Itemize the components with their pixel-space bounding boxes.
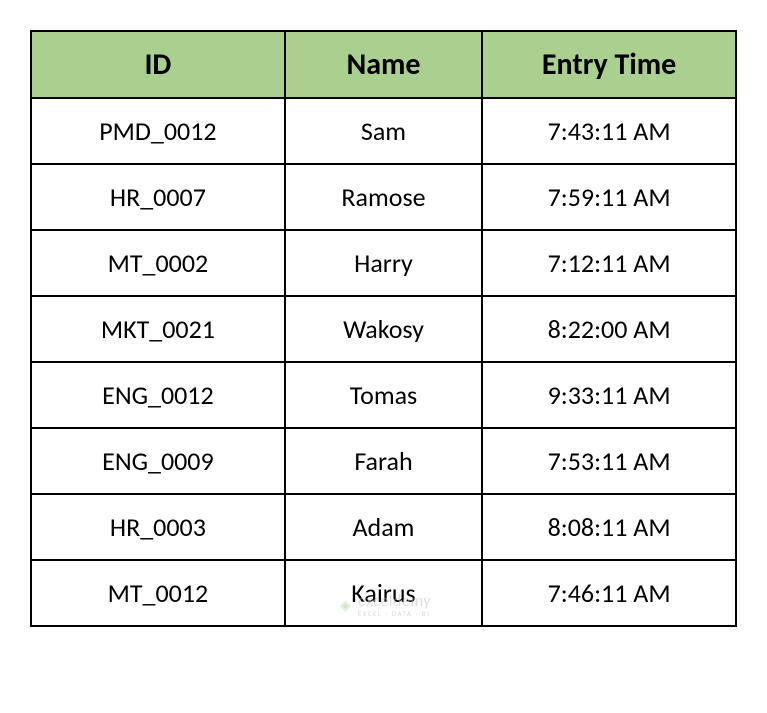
table-row: MT_0002 Harry 7:12:11 AM — [31, 230, 736, 296]
cell-id: ENG_0009 — [31, 428, 285, 494]
cell-name: Tomas — [285, 362, 482, 428]
cell-id: ENG_0012 — [31, 362, 285, 428]
cell-id: HR_0003 — [31, 494, 285, 560]
cell-name: Harry — [285, 230, 482, 296]
table-body: PMD_0012 Sam 7:43:11 AM HR_0007 Ramose 7… — [31, 98, 736, 626]
cell-id: MT_0002 — [31, 230, 285, 296]
cell-name: Kairus — [285, 560, 482, 626]
table-row: MT_0012 Kairus 7:46:11 AM — [31, 560, 736, 626]
cell-name: Adam — [285, 494, 482, 560]
cell-name: Sam — [285, 98, 482, 164]
cell-name: Farah — [285, 428, 482, 494]
header-entry-time: Entry Time — [482, 31, 736, 98]
table-row: PMD_0012 Sam 7:43:11 AM — [31, 98, 736, 164]
cell-id: MT_0012 — [31, 560, 285, 626]
cell-id: MKT_0021 — [31, 296, 285, 362]
table-row: MKT_0021 Wakosy 8:22:00 AM — [31, 296, 736, 362]
table-row: ENG_0012 Tomas 9:33:11 AM — [31, 362, 736, 428]
employee-entry-table: ID Name Entry Time PMD_0012 Sam 7:43:11 … — [30, 30, 737, 627]
cell-entry-time: 8:22:00 AM — [482, 296, 736, 362]
table-container: ID Name Entry Time PMD_0012 Sam 7:43:11 … — [30, 30, 737, 627]
cell-entry-time: 7:59:11 AM — [482, 164, 736, 230]
cell-entry-time: 9:33:11 AM — [482, 362, 736, 428]
cell-entry-time: 8:08:11 AM — [482, 494, 736, 560]
cell-entry-time: 7:12:11 AM — [482, 230, 736, 296]
table-row: HR_0003 Adam 8:08:11 AM — [31, 494, 736, 560]
cell-entry-time: 7:46:11 AM — [482, 560, 736, 626]
table-header-row: ID Name Entry Time — [31, 31, 736, 98]
cell-name: Wakosy — [285, 296, 482, 362]
cell-id: PMD_0012 — [31, 98, 285, 164]
table-row: HR_0007 Ramose 7:59:11 AM — [31, 164, 736, 230]
table-row: ENG_0009 Farah 7:53:11 AM — [31, 428, 736, 494]
cell-entry-time: 7:53:11 AM — [482, 428, 736, 494]
cell-name: Ramose — [285, 164, 482, 230]
header-name: Name — [285, 31, 482, 98]
header-id: ID — [31, 31, 285, 98]
cell-id: HR_0007 — [31, 164, 285, 230]
cell-entry-time: 7:43:11 AM — [482, 98, 736, 164]
